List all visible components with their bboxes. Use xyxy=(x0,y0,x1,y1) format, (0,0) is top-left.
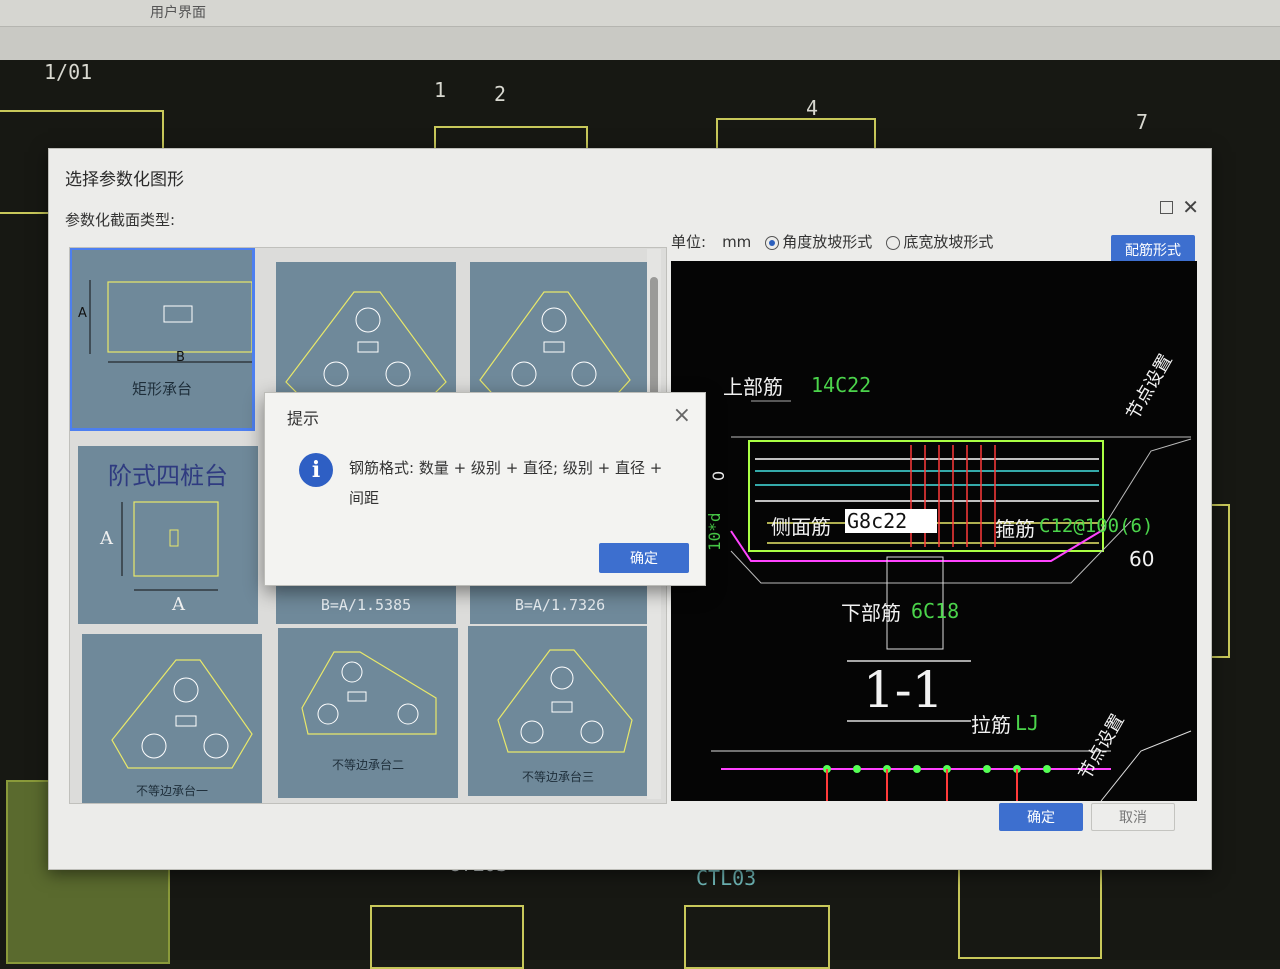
unit-label: 单位: xyxy=(671,233,707,251)
slope-angle-dim: 60 xyxy=(1129,547,1155,571)
tab-user-interface[interactable]: 用户界面 xyxy=(150,2,206,22)
axis-number: 2 xyxy=(494,82,507,106)
tile-unequal-cap-3[interactable]: 不等边承台三 xyxy=(468,626,648,796)
tile-caption: 不等边承台三 xyxy=(521,770,594,784)
ok-button[interactable]: 确定 xyxy=(999,803,1083,831)
scrollbar-thumb[interactable] xyxy=(650,277,658,397)
tile-caption: 不等边承台二 xyxy=(331,758,404,772)
stirrup-value[interactable]: C12@100(6) xyxy=(1039,515,1153,537)
tile-unequal-cap-2[interactable]: 不等边承台二 xyxy=(278,628,458,798)
tip-dialog: 提示 × i 钢筋格式: 数量 + 级别 + 直径; 级别 + 直径 + 间距 … xyxy=(264,392,706,586)
dim-label: A xyxy=(78,306,87,321)
unit-value: mm xyxy=(722,232,752,251)
tile-stepped-four-pile-cap[interactable]: 阶式四桩台 A A xyxy=(78,446,258,624)
tile-unequal-cap-1[interactable]: 不等边承台一 xyxy=(82,634,262,803)
section-preview: 上部筋 14C22 侧面筋 G8c22 箍筋 C12@100(6) 下部筋 6C… xyxy=(671,261,1197,801)
radio-base-width-slope[interactable]: 底宽放坡形式 xyxy=(886,231,993,252)
info-icon: i xyxy=(299,453,333,487)
stirrup-label: 箍筋 xyxy=(995,517,1035,541)
side-bar-label: 侧面筋 xyxy=(771,515,831,539)
tip-ok-button[interactable]: 确定 xyxy=(599,543,689,573)
cad-cap-outline xyxy=(684,905,830,969)
axis-number: 1 xyxy=(434,78,447,102)
radio-checked-icon[interactable] xyxy=(765,235,780,250)
axis-number: 7 xyxy=(1136,110,1149,134)
tip-message: 钢筋格式: 数量 + 级别 + 直径; 级别 + 直径 + 间距 xyxy=(349,459,663,507)
top-bar-value[interactable]: 14C22 xyxy=(811,373,871,397)
cancel-button[interactable]: 取消 xyxy=(1091,803,1175,831)
radio-label: 角度放坡形式 xyxy=(782,233,873,251)
dim-label: B xyxy=(176,350,185,365)
anchor-length-dim: 10*d xyxy=(705,512,724,551)
tie-value[interactable]: LJ xyxy=(1015,711,1039,735)
unequal-cap-diagram xyxy=(111,659,253,769)
axis-number: 4 xyxy=(806,96,819,120)
tie-label: 拉筋 xyxy=(971,713,1011,737)
top-bar-label: 上部筋 xyxy=(723,375,783,399)
radio-unchecked-icon[interactable] xyxy=(886,235,901,250)
close-icon[interactable]: × xyxy=(673,403,691,428)
bottom-bar-label: 下部筋 xyxy=(841,601,901,625)
section-type-label: 参数化截面类型: xyxy=(65,211,176,229)
cad-cap-outline xyxy=(958,855,1102,959)
tile-caption: 不等边承台一 xyxy=(135,784,208,798)
bottom-bar-value[interactable]: 6C18 xyxy=(911,599,959,623)
close-icon[interactable]: ✕ xyxy=(1182,195,1199,219)
maximize-icon[interactable] xyxy=(1160,201,1173,214)
dialog-title: 选择参数化图形 xyxy=(65,170,184,190)
radio-angle-slope[interactable]: 角度放坡形式 xyxy=(765,231,872,252)
tile-caption: B=A/1.7326 xyxy=(514,596,606,614)
tab-strip: 用户界面 xyxy=(0,0,1280,27)
dim-label: A xyxy=(172,594,185,615)
tile-rectangular-cap[interactable]: A B 矩形承台 xyxy=(70,248,255,431)
radio-label: 底宽放坡形式 xyxy=(903,233,994,251)
rect-cap-diagram xyxy=(89,280,252,363)
cad-cap-outline xyxy=(370,905,524,969)
tile-caption: 矩形承台 xyxy=(131,380,192,398)
dim-label: A xyxy=(100,528,113,549)
unit-row: 单位: mm 角度放坡形式 底宽放坡形式 xyxy=(671,231,993,252)
cover-dim: 0 xyxy=(709,470,728,481)
section-mark: 1-1 xyxy=(863,661,944,719)
tip-title: 提示 xyxy=(287,409,320,428)
axis-number: 1/01 xyxy=(44,60,93,84)
side-bar-input[interactable]: G8c22 xyxy=(845,509,938,533)
tile-caption: B=A/1.5385 xyxy=(320,596,412,614)
